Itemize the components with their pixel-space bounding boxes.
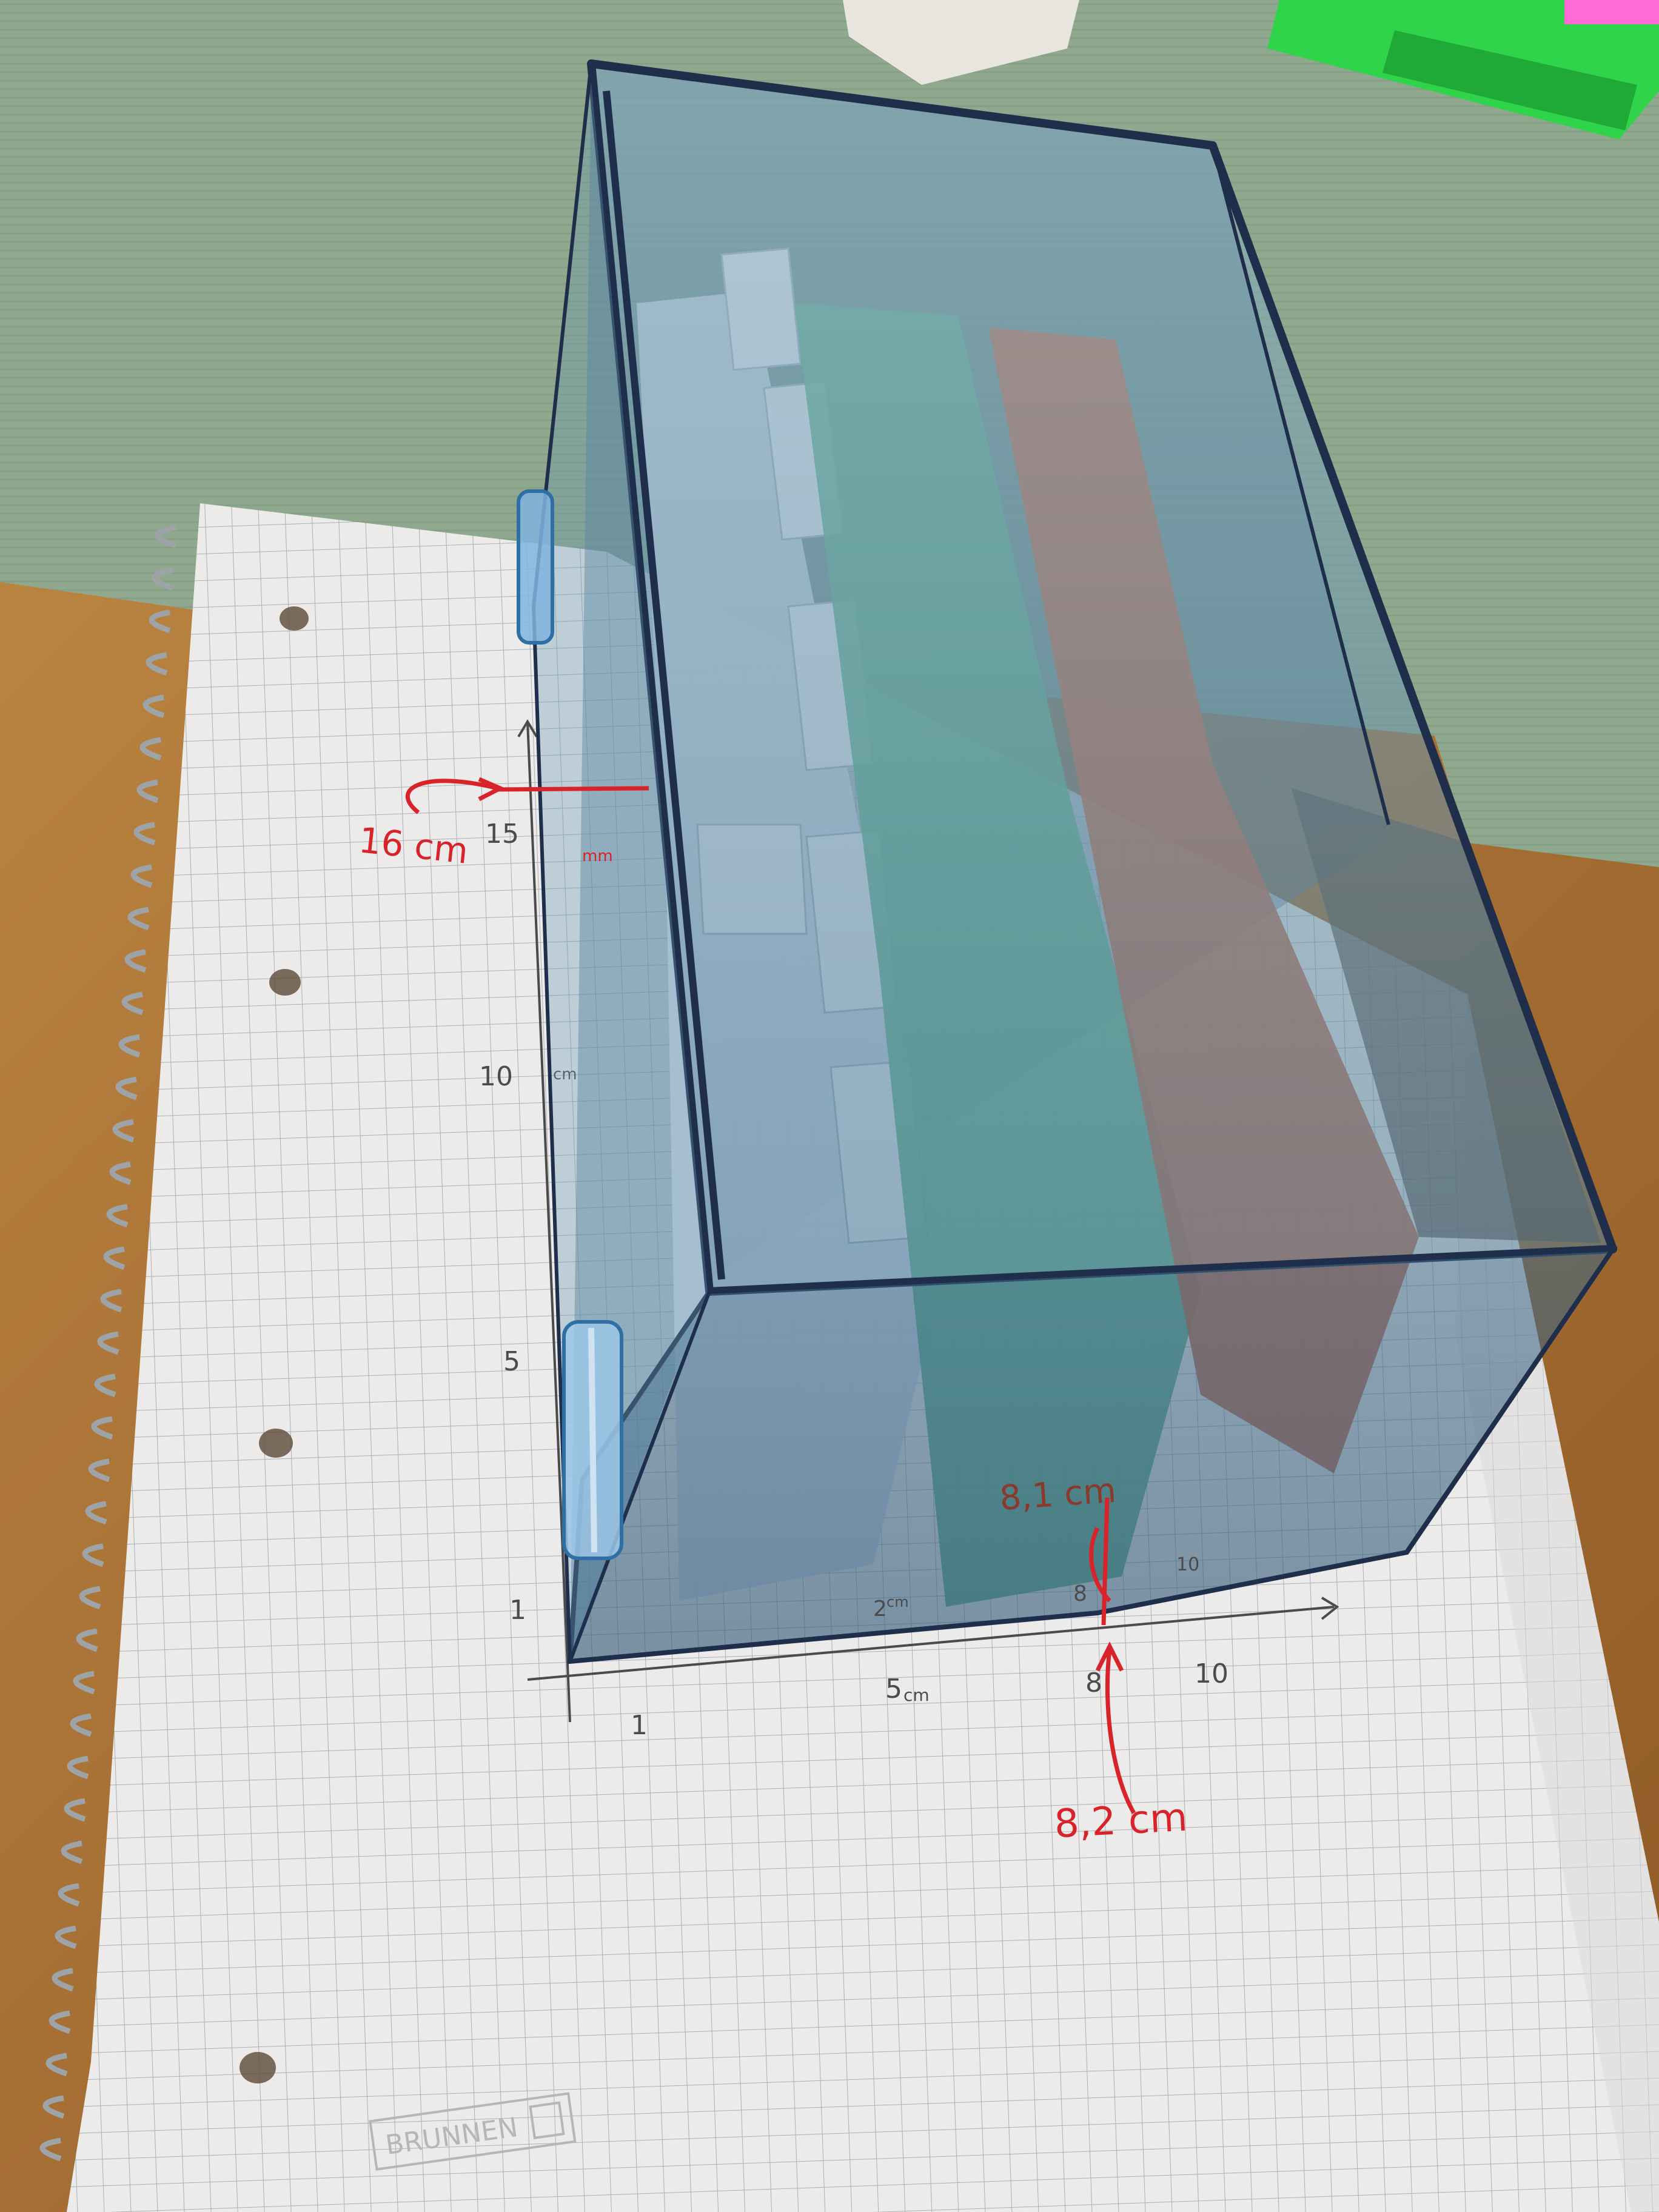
x-tick-5: 5 [885,1674,902,1704]
inner-tick-2-unit: cm [886,1594,909,1610]
x-tick-5-unit: cm [903,1685,930,1705]
y-tick-15: 15 [485,819,519,850]
inner-tick-8: 8 [1073,1581,1087,1606]
y-tick-10: 10 [479,1061,513,1092]
label-8-1cm: 8,1 cm [998,1471,1117,1518]
hinge-top [517,489,554,645]
y-tick-1: 1 [509,1595,526,1626]
x-tick-8: 8 [1085,1667,1102,1698]
photo-scene: 15 10 cm 5 1 1 5 cm 8 10 16 cm mm 8,2 cm… [0,0,1659,2212]
inner-tick-2: 2 [873,1597,887,1621]
hinge-bottom [562,1320,623,1560]
x-tick-10: 10 [1195,1658,1228,1689]
x-tick-1: 1 [631,1710,648,1741]
label-mm: mm [582,847,613,865]
inner-tick-10: 10 [1176,1554,1199,1575]
label-8-2cm: 8,2 cm [1053,1795,1188,1847]
y-tick-5: 5 [503,1346,520,1377]
